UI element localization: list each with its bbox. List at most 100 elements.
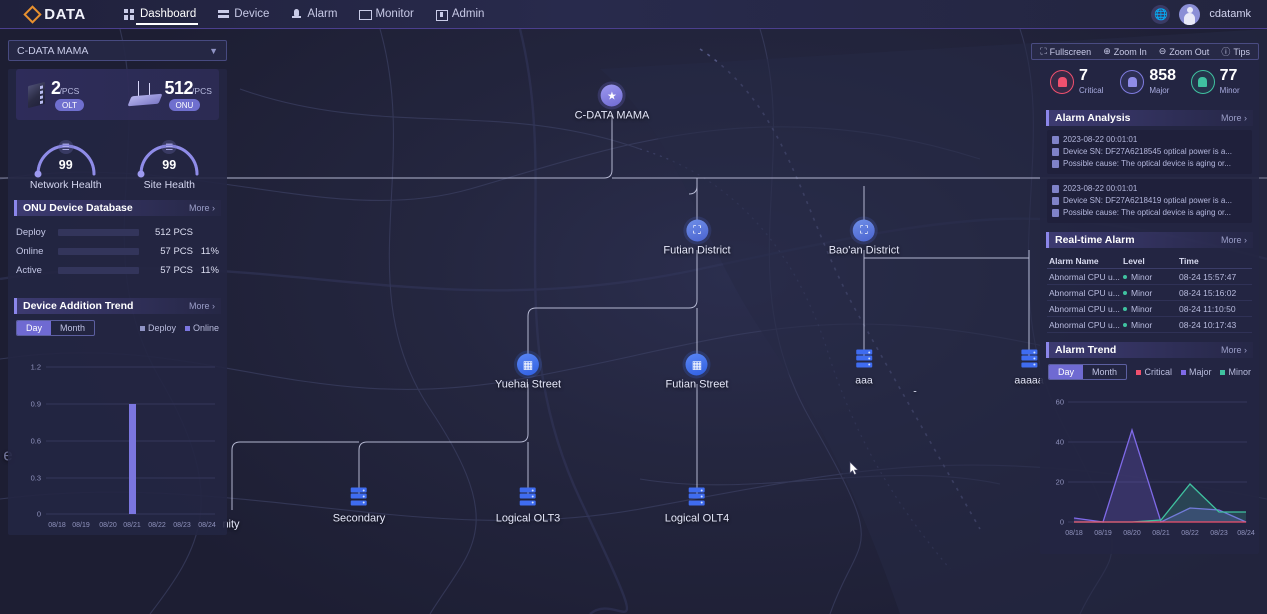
list-item[interactable]: 2023-08-22 00:01:01 Device SN: DF27A6218… <box>1047 179 1252 223</box>
topo-node-yuehai-street[interactable]: ▦ Yuehai Street <box>495 353 561 391</box>
analysis-cause-row: Possible cause: The optical device is ag… <box>1052 207 1247 219</box>
nav-item-admin[interactable]: Admin <box>434 0 487 29</box>
topo-node-aaa[interactable]: aaa <box>855 349 873 387</box>
topo-node-futian-street[interactable]: ▦ Futian Street <box>666 353 728 391</box>
zoom-in-label: Zoom In <box>1113 46 1147 57</box>
zoom-out-icon: ⊖ <box>1158 46 1167 56</box>
minor-label: Minor <box>1219 86 1240 95</box>
svg-text:40: 40 <box>1056 438 1064 447</box>
analysis-time-row: 2023-08-22 00:01:01 <box>1052 134 1247 146</box>
alarm-count-major[interactable]: 858 Major <box>1114 68 1184 95</box>
nav-item-dashboard[interactable]: Dashboard <box>122 0 199 29</box>
realtime-alarm-more-link[interactable]: More › <box>1221 235 1253 245</box>
wifi-icon: ☰ <box>161 140 177 154</box>
legend-label: Critical <box>1144 367 1172 377</box>
alarm-count-critical[interactable]: 7 Critical <box>1044 68 1114 95</box>
zoom-out-button[interactable]: ⊖ Zoom Out <box>1159 46 1210 57</box>
alarm-analysis-more-link[interactable]: More › <box>1221 113 1253 123</box>
table-row[interactable]: Abnormal CPU u... Minor 08-24 15:57:47 <box>1047 269 1252 285</box>
zoom-in-button[interactable]: ⊕ Zoom In <box>1103 46 1147 57</box>
site-health-value: 99 <box>162 158 177 172</box>
topo-node-futian-district[interactable]: ⛶ Futian District <box>663 219 731 257</box>
onu-db-title: ONU Device Database <box>23 202 133 214</box>
series-major <box>1073 427 1247 523</box>
onu-count: 512 <box>164 78 194 98</box>
svg-text:0: 0 <box>1060 518 1064 527</box>
svg-text:08/18: 08/18 <box>48 522 66 529</box>
device-trend-more-link[interactable]: More › <box>189 301 221 311</box>
nav-item-alarm[interactable]: Alarm <box>289 0 339 29</box>
device-icon <box>218 9 230 20</box>
zoom-out-label: Zoom Out <box>1169 46 1210 57</box>
onu-db-more-link[interactable]: More › <box>189 203 221 213</box>
device-icon <box>1052 197 1059 205</box>
globe-icon[interactable]: 🌐 <box>1151 4 1171 24</box>
site-selector-value: C-DATA MAMA <box>17 44 89 57</box>
info-icon: ⓘ <box>1221 47 1231 57</box>
topo-node-label: Logical OLT4 <box>664 512 730 525</box>
alarm-analysis-list: 2023-08-22 00:01:01 Device SN: DF27A6218… <box>1040 126 1259 223</box>
nav-item-monitor[interactable]: Monitor <box>357 0 415 29</box>
alarm-trend-tabs-row: Day Month Critical Major Minor <box>1040 358 1259 380</box>
health-gauges: ☰ 99 Network Health ☰ 99 Site Health <box>8 126 227 191</box>
svg-text:08/20: 08/20 <box>1123 530 1141 537</box>
olt-summary-card[interactable]: 2 /PCS OLT <box>16 78 118 111</box>
site-health-gauge: ☰ 99 Site Health <box>118 126 222 191</box>
tab-month[interactable]: Month <box>1083 365 1126 379</box>
svg-text:20: 20 <box>1056 478 1064 487</box>
tab-day[interactable]: Day <box>17 321 52 335</box>
line-chart-svg: 60 40 20 0 08/18 08/19 08/20 08/21 08/22… <box>1056 398 1255 538</box>
tab-day[interactable]: Day <box>1049 365 1084 379</box>
onu-db-row-deploy: Deploy 512 PCS <box>16 223 219 242</box>
svg-text:08/21: 08/21 <box>1152 530 1170 537</box>
analysis-time-row: 2023-08-22 00:01:01 <box>1052 183 1247 195</box>
map-toolbar: ⛶ Fullscreen ⊕ Zoom In ⊖ Zoom Out ⓘ Tips <box>1031 43 1259 60</box>
brand-logo[interactable]: DATA <box>0 4 100 24</box>
legend-minor: Minor <box>1220 367 1251 377</box>
legend-label: Online <box>192 323 219 333</box>
topo-node-label: - <box>913 385 917 398</box>
svg-text:1.2: 1.2 <box>31 363 41 372</box>
fullscreen-icon: ⛶ <box>1040 46 1047 56</box>
topo-node-baoan-district[interactable]: ⛶ Bao'an District <box>829 219 899 257</box>
info-icon <box>1052 209 1059 217</box>
analysis-device-row: Device SN: DF27A6218545 optical power is… <box>1052 146 1247 158</box>
table-row[interactable]: Abnormal CPU u... Minor 08-24 15:16:02 <box>1047 285 1252 301</box>
calendar-icon <box>1052 136 1059 144</box>
device-trend-tabs-row: Day Month Deploy Online <box>8 314 227 336</box>
level-dot-icon <box>1123 290 1127 295</box>
fullscreen-button[interactable]: ⛶ Fullscreen <box>1040 46 1091 57</box>
onu-summary-card[interactable]: 512 /PCS ONU <box>118 78 220 111</box>
right-panel-body: 7 Critical 858 Major 77 Minor Alarm Anal… <box>1040 60 1259 554</box>
alarm-count-minor[interactable]: 77 Minor <box>1185 68 1255 95</box>
cell-time: 08-24 11:10:50 <box>1179 303 1236 314</box>
topo-node-label: Logical OLT3 <box>495 512 561 525</box>
column-time: Time <box>1179 255 1199 266</box>
topo-node-secondary[interactable]: Secondary <box>333 487 385 525</box>
critical-count: 7 <box>1079 67 1088 84</box>
tips-button[interactable]: ⓘ Tips <box>1221 45 1250 58</box>
site-selector[interactable]: C-DATA MAMA ▼ <box>8 40 227 61</box>
username-label: cdatamk <box>1209 8 1251 20</box>
list-item[interactable]: 2023-08-22 00:01:01 Device SN: DF27A6218… <box>1047 130 1252 174</box>
topo-node-logical-olt3[interactable]: Logical OLT3 <box>495 487 561 525</box>
column-alarm-name: Alarm Name <box>1049 255 1099 266</box>
svg-text:08/24: 08/24 <box>1237 530 1255 537</box>
legend-online: Online <box>184 323 219 333</box>
analysis-cause: Possible cause: The optical device is ag… <box>1063 159 1231 168</box>
olt-device-icon <box>26 81 48 109</box>
cell-alarm-name: Abnormal CPU u... <box>1049 303 1120 314</box>
avatar[interactable] <box>1179 3 1201 25</box>
topo-node-logical-olt4[interactable]: Logical OLT4 <box>664 487 730 525</box>
nav-item-device[interactable]: Device <box>216 0 271 29</box>
table-row[interactable]: Abnormal CPU u... Minor 08-24 10:17:43 <box>1047 317 1252 333</box>
alarm-analysis-title: Alarm Analysis <box>1055 112 1131 124</box>
street-node-icon: ▦ <box>517 353 539 376</box>
tab-month[interactable]: Month <box>51 321 94 335</box>
alarm-trend-more-link[interactable]: More › <box>1221 345 1253 355</box>
cell-time: 08-24 15:57:47 <box>1179 271 1237 282</box>
onu-db-header: ONU Device Database More › <box>14 200 221 216</box>
alarm-trend-chart: 60 40 20 0 08/18 08/19 08/20 08/21 08/22… <box>1040 380 1259 550</box>
table-row[interactable]: Abnormal CPU u... Minor 08-24 11:10:50 <box>1047 301 1252 317</box>
topo-node-root[interactable]: ★ C-DATA MAMA <box>575 84 649 122</box>
